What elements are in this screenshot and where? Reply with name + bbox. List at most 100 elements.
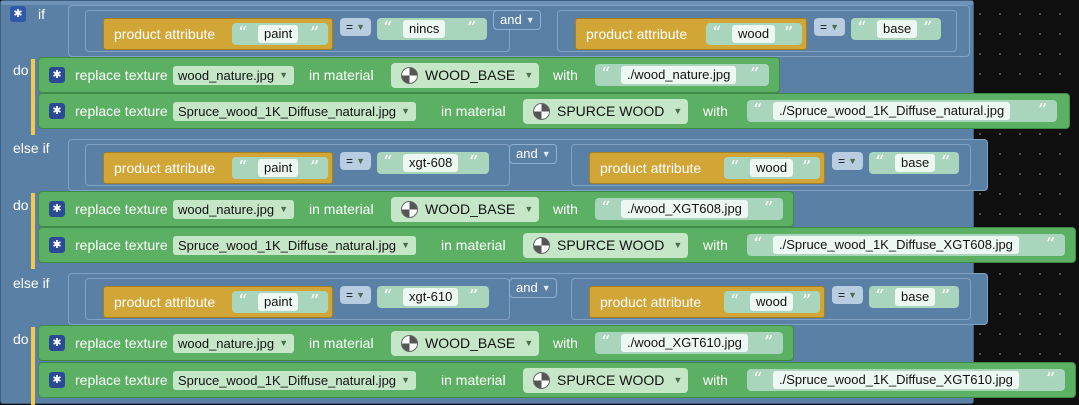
- compare-block[interactable]: product attribute “ paint ” = ▼ “ xgt-610…: [85, 278, 510, 320]
- operator-label: =: [838, 154, 846, 168]
- replace-texture-block[interactable]: ✱ replace texture Spruce_wood_1K_Diffuse…: [38, 362, 1076, 398]
- material-dropdown[interactable]: SPURCE WOOD ▼: [523, 368, 689, 393]
- text-block[interactable]: “ ./wood_nature.jpg ”: [595, 64, 769, 86]
- product-attribute-block[interactable]: product attribute “ wood ”: [589, 286, 825, 318]
- gear-icon[interactable]: ✱: [49, 335, 65, 351]
- gear-icon[interactable]: ✱: [49, 201, 65, 217]
- gear-icon[interactable]: ✱: [49, 372, 65, 388]
- material-dropdown[interactable]: WOOD_BASE ▼: [391, 197, 540, 222]
- replace-texture-block[interactable]: ✱ replace texture wood_nature.jpg ▼ in ma…: [38, 57, 780, 93]
- text-block[interactable]: “ base ”: [851, 18, 941, 40]
- product-attribute-block[interactable]: product attribute “ paint ”: [103, 286, 333, 318]
- value-field[interactable]: xgt-610: [403, 288, 459, 306]
- attribute-name-field[interactable]: wood: [750, 293, 794, 311]
- text-block[interactable]: “ wood ”: [706, 23, 802, 45]
- attribute-name-field[interactable]: wood: [750, 159, 794, 177]
- texture-dropdown[interactable]: Spruce_wood_1K_Diffuse_natural.jpg ▼: [173, 371, 417, 390]
- operator-dropdown[interactable]: = ▼: [832, 286, 864, 304]
- and-operator-dropdown[interactable]: and ▼: [509, 144, 557, 164]
- texture-dropdown[interactable]: Spruce_wood_1K_Diffuse_natural.jpg ▼: [173, 102, 417, 121]
- material-name: SPURCE WOOD: [557, 372, 665, 388]
- quote-open-icon: “: [753, 234, 763, 255]
- text-block[interactable]: “ ./Spruce_wood_1K_Diffuse_natural.jpg ”: [747, 100, 1057, 122]
- text-block[interactable]: “ ./Spruce_wood_1K_Diffuse_XGT608.jpg ”: [747, 234, 1065, 256]
- gear-icon[interactable]: ✱: [10, 6, 26, 22]
- gear-icon[interactable]: ✱: [49, 103, 65, 119]
- compare-block[interactable]: product attribute “ wood ” = ▼ “ base ”: [571, 144, 971, 186]
- text-block[interactable]: “ wood ”: [724, 157, 820, 179]
- replace-texture-block[interactable]: ✱ replace texture Spruce_wood_1K_Diffuse…: [38, 227, 1076, 263]
- quote-open-icon: “: [753, 369, 763, 390]
- texture-dropdown[interactable]: wood_nature.jpg ▼: [173, 334, 295, 353]
- product-attribute-block[interactable]: product attribute “ paint ”: [103, 152, 333, 184]
- text-block[interactable]: “ xgt-610 ”: [377, 286, 489, 308]
- texture-path-field[interactable]: ./Spruce_wood_1K_Diffuse_natural.jpg: [773, 102, 1011, 120]
- replace-texture-block[interactable]: ✱ replace texture Spruce_wood_1K_Diffuse…: [38, 93, 1070, 129]
- texture-path-field[interactable]: ./wood_XGT610.jpg: [621, 334, 748, 352]
- material-dropdown[interactable]: WOOD_BASE ▼: [391, 331, 540, 356]
- texture-dropdown[interactable]: Spruce_wood_1K_Diffuse_natural.jpg ▼: [173, 236, 417, 255]
- gear-icon[interactable]: ✱: [49, 237, 65, 253]
- and-operator-dropdown[interactable]: and ▼: [493, 10, 541, 30]
- statement-edge: [31, 193, 35, 269]
- texture-dropdown[interactable]: wood_nature.jpg ▼: [173, 200, 295, 219]
- attribute-name-field[interactable]: paint: [258, 293, 299, 311]
- chevron-down-icon: ▼: [848, 290, 858, 300]
- with-label: with: [553, 201, 578, 217]
- quote-open-icon: “: [238, 23, 248, 44]
- quote-close-icon: ”: [310, 23, 320, 44]
- material-dropdown[interactable]: SPURCE WOOD ▼: [523, 233, 689, 258]
- text-block[interactable]: “ wood ”: [724, 291, 820, 313]
- value-field[interactable]: nincs: [403, 20, 446, 38]
- attribute-name-field[interactable]: paint: [258, 25, 299, 43]
- compare-block[interactable]: product attribute “ wood ” = ▼ “ base ”: [571, 278, 971, 320]
- gear-icon[interactable]: ✱: [49, 67, 65, 83]
- text-block[interactable]: “ base ”: [869, 152, 959, 174]
- value-field[interactable]: xgt-608: [403, 154, 459, 172]
- text-block[interactable]: “ paint ”: [232, 157, 328, 179]
- text-block[interactable]: “ paint ”: [232, 291, 328, 313]
- text-block[interactable]: “ nincs ”: [377, 18, 487, 40]
- text-block[interactable]: “ ./wood_XGT610.jpg ”: [595, 332, 783, 354]
- attribute-name-field[interactable]: paint: [258, 159, 299, 177]
- material-dropdown[interactable]: WOOD_BASE ▼: [391, 63, 540, 88]
- replace-texture-label: replace texture: [75, 335, 168, 351]
- text-block[interactable]: “ ./wood_XGT608.jpg ”: [595, 198, 783, 220]
- text-block[interactable]: “ ./Spruce_wood_1K_Diffuse_XGT610.jpg ”: [747, 369, 1065, 391]
- operator-dropdown[interactable]: = ▼: [340, 152, 372, 170]
- replace-texture-block[interactable]: ✱ replace texture wood_nature.jpg ▼ in ma…: [38, 191, 794, 227]
- operator-dropdown[interactable]: = ▼: [340, 18, 372, 36]
- texture-path-field[interactable]: ./Spruce_wood_1K_Diffuse_XGT610.jpg: [773, 371, 1019, 389]
- quote-close-icon: ”: [923, 18, 933, 39]
- text-block[interactable]: “ xgt-608 ”: [377, 152, 489, 174]
- and-condition-block[interactable]: product attribute “ paint ” = ▼ “ nincs ”…: [68, 5, 970, 57]
- attribute-name-field[interactable]: wood: [732, 25, 776, 43]
- compare-block[interactable]: product attribute “ paint ” = ▼ “ xgt-608…: [85, 144, 510, 186]
- and-condition-block[interactable]: product attribute “ paint ” = ▼ “ xgt-610…: [68, 273, 988, 325]
- operator-dropdown[interactable]: = ▼: [814, 18, 846, 36]
- text-block[interactable]: “ paint ”: [232, 23, 328, 45]
- product-attribute-label: product attribute: [600, 160, 702, 176]
- and-operator-dropdown[interactable]: and ▼: [509, 278, 557, 298]
- product-attribute-block[interactable]: product attribute “ wood ”: [575, 18, 807, 50]
- product-attribute-block[interactable]: product attribute “ paint ”: [103, 18, 333, 50]
- compare-block[interactable]: product attribute “ wood ” = ▼ “ base ”: [557, 10, 957, 52]
- texture-path-field[interactable]: ./Spruce_wood_1K_Diffuse_XGT608.jpg: [773, 236, 1019, 254]
- product-attribute-block[interactable]: product attribute “ wood ”: [589, 152, 825, 184]
- replace-texture-block[interactable]: ✱ replace texture wood_nature.jpg ▼ in ma…: [38, 325, 794, 361]
- and-label: and: [516, 280, 538, 295]
- operator-dropdown[interactable]: = ▼: [340, 286, 372, 304]
- value-field[interactable]: base: [895, 154, 936, 172]
- operator-dropdown[interactable]: = ▼: [832, 152, 864, 170]
- value-field[interactable]: base: [895, 288, 936, 306]
- and-condition-block[interactable]: product attribute “ paint ” = ▼ “ xgt-608…: [68, 139, 988, 191]
- material-dropdown[interactable]: SPURCE WOOD ▼: [523, 99, 689, 124]
- compare-block[interactable]: product attribute “ paint ” = ▼ “ nincs ”: [85, 10, 510, 52]
- in-material-label: in material: [441, 372, 506, 388]
- chevron-down-icon: ▼: [279, 70, 289, 80]
- text-block[interactable]: “ base ”: [869, 286, 959, 308]
- texture-dropdown[interactable]: wood_nature.jpg ▼: [173, 66, 295, 85]
- texture-path-field[interactable]: ./wood_XGT608.jpg: [621, 200, 748, 218]
- value-field[interactable]: base: [877, 20, 918, 38]
- texture-path-field[interactable]: ./wood_nature.jpg: [621, 66, 737, 84]
